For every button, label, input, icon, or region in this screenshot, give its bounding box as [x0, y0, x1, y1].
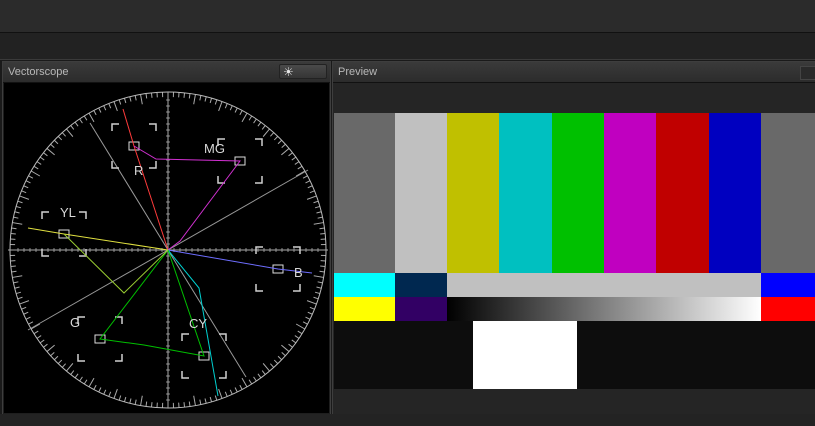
vectorscope-title: Vectorscope — [8, 66, 69, 78]
graticule-tick — [145, 93, 148, 99]
vectorscope-panel: Vectorscope ☀ R MG B CY G YL — [2, 61, 331, 415]
graticule-tick — [320, 232, 326, 235]
color-bar — [334, 113, 395, 273]
graticule-tick — [319, 227, 325, 230]
preview-panel: Preview — [332, 61, 815, 415]
pluge-bar — [473, 321, 577, 389]
graticule-tick — [11, 270, 17, 273]
color-bar — [656, 113, 709, 273]
top-toolbar — [0, 0, 815, 33]
pluge-bar — [577, 321, 815, 389]
luma-ramp — [447, 297, 761, 321]
color-bar — [395, 273, 447, 297]
preview-viewport — [333, 83, 815, 414]
graticule-tick — [183, 92, 186, 98]
color-bars-top-row — [334, 113, 815, 273]
pluge-bar — [334, 321, 473, 389]
graticule-tick — [188, 93, 191, 99]
color-bar — [761, 297, 815, 321]
graticule-tick — [10, 232, 16, 235]
label-mg: MG — [204, 141, 225, 156]
label-cy: CY — [189, 316, 207, 331]
graticule-tick — [320, 265, 326, 268]
brightness-button[interactable]: ☀ — [279, 64, 327, 79]
graticule-tick — [188, 401, 191, 407]
graticule-tick — [319, 270, 325, 273]
graticule-tick — [150, 402, 153, 408]
label-yl: YL — [60, 205, 76, 220]
sun-icon: ☀ — [283, 65, 294, 79]
graticule-tick — [145, 401, 148, 407]
graticule-tick — [10, 265, 16, 268]
color-bars-ramp-row — [334, 297, 815, 321]
color-bar — [761, 113, 815, 273]
color-bar — [499, 113, 552, 273]
color-bars-middle-row — [334, 273, 815, 297]
color-bar — [552, 113, 604, 273]
graticule-tick — [183, 402, 186, 408]
preview-header: Preview — [333, 62, 815, 83]
label-b: B — [294, 265, 303, 280]
color-bar — [709, 113, 761, 273]
label-r: R — [134, 163, 143, 178]
color-bars-bottom-row — [334, 321, 815, 389]
color-bar — [395, 297, 447, 321]
color-bar — [604, 113, 656, 273]
graticule-tick — [11, 227, 17, 230]
label-g: G — [70, 315, 80, 330]
secondary-toolbar — [0, 33, 815, 60]
preview-title: Preview — [338, 66, 378, 78]
color-bar — [395, 113, 447, 273]
color-bar — [334, 273, 395, 297]
color-bar — [761, 273, 815, 297]
vectorscope-graticule: R MG B CY G YL — [4, 83, 329, 413]
color-bar — [447, 113, 499, 273]
status-strip — [0, 414, 815, 426]
graticule-tick — [150, 92, 153, 98]
vectorscope-header: Vectorscope ☀ — [3, 62, 330, 83]
color-bar — [334, 297, 395, 321]
preview-options-button[interactable] — [800, 66, 815, 80]
color-bars-image — [334, 113, 815, 410]
color-bar — [447, 273, 761, 297]
